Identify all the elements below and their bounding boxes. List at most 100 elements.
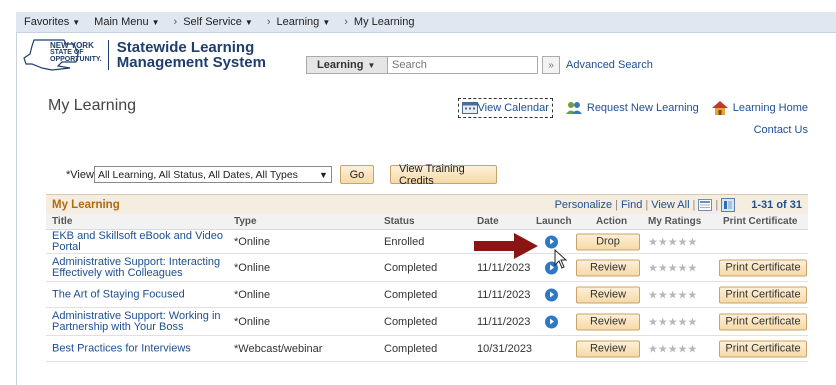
launch-icon[interactable] xyxy=(545,235,558,248)
col-certificate: Print Certificate xyxy=(723,216,798,227)
chevron-down-icon: ▼ xyxy=(322,18,331,27)
view-calendar-link[interactable]: View Calendar xyxy=(457,98,553,118)
top-nav-bar: Favorites ▼ Main Menu ▼ › Self Service ▼ › … xyxy=(16,12,836,33)
star-rating[interactable]: ★★★★★ xyxy=(648,315,697,328)
col-ratings: My Ratings xyxy=(648,216,702,227)
course-title-link[interactable]: The Art of Staying Focused xyxy=(52,289,232,300)
course-date: 10/31/2023 xyxy=(477,342,533,355)
col-date[interactable]: Date xyxy=(477,216,499,227)
ny-line3: OPPORTUNITY. xyxy=(50,55,102,63)
divider: | xyxy=(715,198,719,211)
col-title[interactable]: Title xyxy=(52,216,72,227)
home-icon xyxy=(711,101,728,115)
find-link[interactable]: Find xyxy=(621,199,642,211)
nav-my-learning[interactable]: My Learning xyxy=(354,16,415,28)
view-filter-row: *View All Learning, All Status, All Date… xyxy=(66,163,497,187)
view-training-credits-button[interactable]: View Training Credits xyxy=(389,163,497,187)
launch-icon[interactable] xyxy=(545,315,558,328)
go-button[interactable]: Go xyxy=(339,165,374,184)
chevron-down-icon: ▼ xyxy=(244,18,253,27)
print-certificate-button[interactable]: Print Certificate xyxy=(719,313,807,330)
chevron-down-icon: ▼ xyxy=(72,18,81,27)
divider: | xyxy=(645,198,649,211)
print-certificate-button[interactable]: Print Certificate xyxy=(719,286,807,303)
col-type[interactable]: Type xyxy=(234,216,257,227)
search-go-button[interactable]: » xyxy=(542,56,560,74)
star-rating[interactable]: ★★★★★ xyxy=(648,261,697,274)
course-date: 11/11/2023 xyxy=(477,261,531,274)
course-type: *Online xyxy=(234,235,271,248)
contact-us-link[interactable]: Contact Us xyxy=(754,124,808,136)
learning-home-link[interactable]: Learning Home xyxy=(711,100,808,116)
table-row: Administrative Support: Working in Partn… xyxy=(46,308,808,336)
mouse-pointer-icon xyxy=(554,249,568,269)
course-title-link[interactable]: Administrative Support: Working in Partn… xyxy=(52,310,232,333)
col-status[interactable]: Status xyxy=(384,216,415,227)
course-status: Completed xyxy=(384,288,438,301)
course-type: *Webcast/webinar xyxy=(234,342,323,355)
view-all-link[interactable]: View All xyxy=(651,199,689,211)
brand-title-line2: Management System xyxy=(116,54,266,71)
course-status: Completed xyxy=(384,261,438,274)
grid-toolbar: Personalize | Find | View All | | 1-31 o… xyxy=(555,197,802,212)
nav-favorites[interactable]: Favorites ▼ xyxy=(24,16,80,28)
course-title-link[interactable]: Administrative Support: Interacting Effe… xyxy=(52,256,232,279)
review-button[interactable]: Review xyxy=(576,286,640,303)
divider: | xyxy=(692,198,696,211)
nav-self-service[interactable]: Self Service ▼ xyxy=(183,16,253,28)
review-button[interactable]: Review xyxy=(576,340,640,357)
brand-divider xyxy=(107,40,109,70)
nav-learning[interactable]: Learning ▼ xyxy=(276,16,330,28)
course-date: 11/11/2023 xyxy=(477,315,531,328)
launch-icon[interactable] xyxy=(545,288,558,301)
table-row: Best Practices for Interviews *Webcast/w… xyxy=(46,336,808,362)
ny-state-wordmark: NEW YORK STATE OF OPPORTUNITY. xyxy=(50,41,102,63)
view-filter-value: All Learning, All Status, All Dates, All… xyxy=(97,168,298,181)
review-button[interactable]: Review xyxy=(576,259,640,276)
table-row: EKB and Skillsoft eBook and Video Portal… xyxy=(46,230,808,254)
nav-learning-label: Learning xyxy=(276,16,320,28)
personalize-link[interactable]: Personalize xyxy=(555,199,612,211)
request-new-learning-label: Request New Learning xyxy=(586,102,699,114)
course-date: 11/11/2023 xyxy=(477,288,531,301)
table-row: Administrative Support: Interacting Effe… xyxy=(46,254,808,282)
divider: | xyxy=(615,198,618,211)
course-type: *Online xyxy=(234,288,271,301)
page-title: My Learning xyxy=(48,97,137,114)
download-excel-icon[interactable] xyxy=(721,197,736,212)
search-scope-label: Learning xyxy=(317,59,364,71)
course-title-link[interactable]: EKB and Skillsoft eBook and Video Portal xyxy=(52,230,232,253)
breadcrumb-separator: › xyxy=(344,16,348,28)
course-title-link[interactable]: Best Practices for Interviews xyxy=(52,343,232,354)
star-rating[interactable]: ★★★★★ xyxy=(648,235,697,248)
col-launch: Launch xyxy=(536,216,572,227)
col-action: Action xyxy=(596,216,628,227)
course-type: *Online xyxy=(234,315,271,328)
search-input[interactable] xyxy=(388,56,538,74)
course-type: *Online xyxy=(234,261,271,274)
view-filter-select[interactable]: All Learning, All Status, All Dates, All… xyxy=(93,166,332,183)
nav-main-menu-label: Main Menu xyxy=(94,16,149,28)
chevron-down-icon: ▼ xyxy=(151,18,160,27)
print-certificate-button[interactable]: Print Certificate xyxy=(719,259,807,276)
nav-favorites-label: Favorites xyxy=(24,16,70,28)
view-calendar-label: View Calendar xyxy=(477,102,549,114)
request-new-learning-link[interactable]: Request New Learning xyxy=(565,101,699,115)
advanced-search-link[interactable]: Advanced Search xyxy=(566,59,653,71)
search-scope-select[interactable]: Learning ▼ xyxy=(306,56,388,74)
print-certificate-button[interactable]: Print Certificate xyxy=(719,340,807,357)
breadcrumb-separator: › xyxy=(266,16,271,28)
left-border xyxy=(16,33,17,385)
header-actions: View Calendar Request New Learning Learn… xyxy=(457,98,808,118)
star-rating[interactable]: ★★★★★ xyxy=(648,342,697,355)
people-icon xyxy=(565,102,582,114)
breadcrumb-separator: › xyxy=(173,16,178,28)
drop-button[interactable]: Drop xyxy=(576,233,640,250)
view-label: *View xyxy=(66,168,94,181)
star-rating[interactable]: ★★★★★ xyxy=(648,288,697,301)
nav-main-menu[interactable]: Main Menu ▼ xyxy=(94,16,159,28)
review-button[interactable]: Review xyxy=(576,313,640,330)
row-count: 1-31 of 31 xyxy=(751,198,802,211)
brand-logo[interactable]: NEW YORK STATE OF OPPORTUNITY. Statewide… xyxy=(22,38,266,72)
zoom-grid-icon[interactable] xyxy=(698,198,713,211)
